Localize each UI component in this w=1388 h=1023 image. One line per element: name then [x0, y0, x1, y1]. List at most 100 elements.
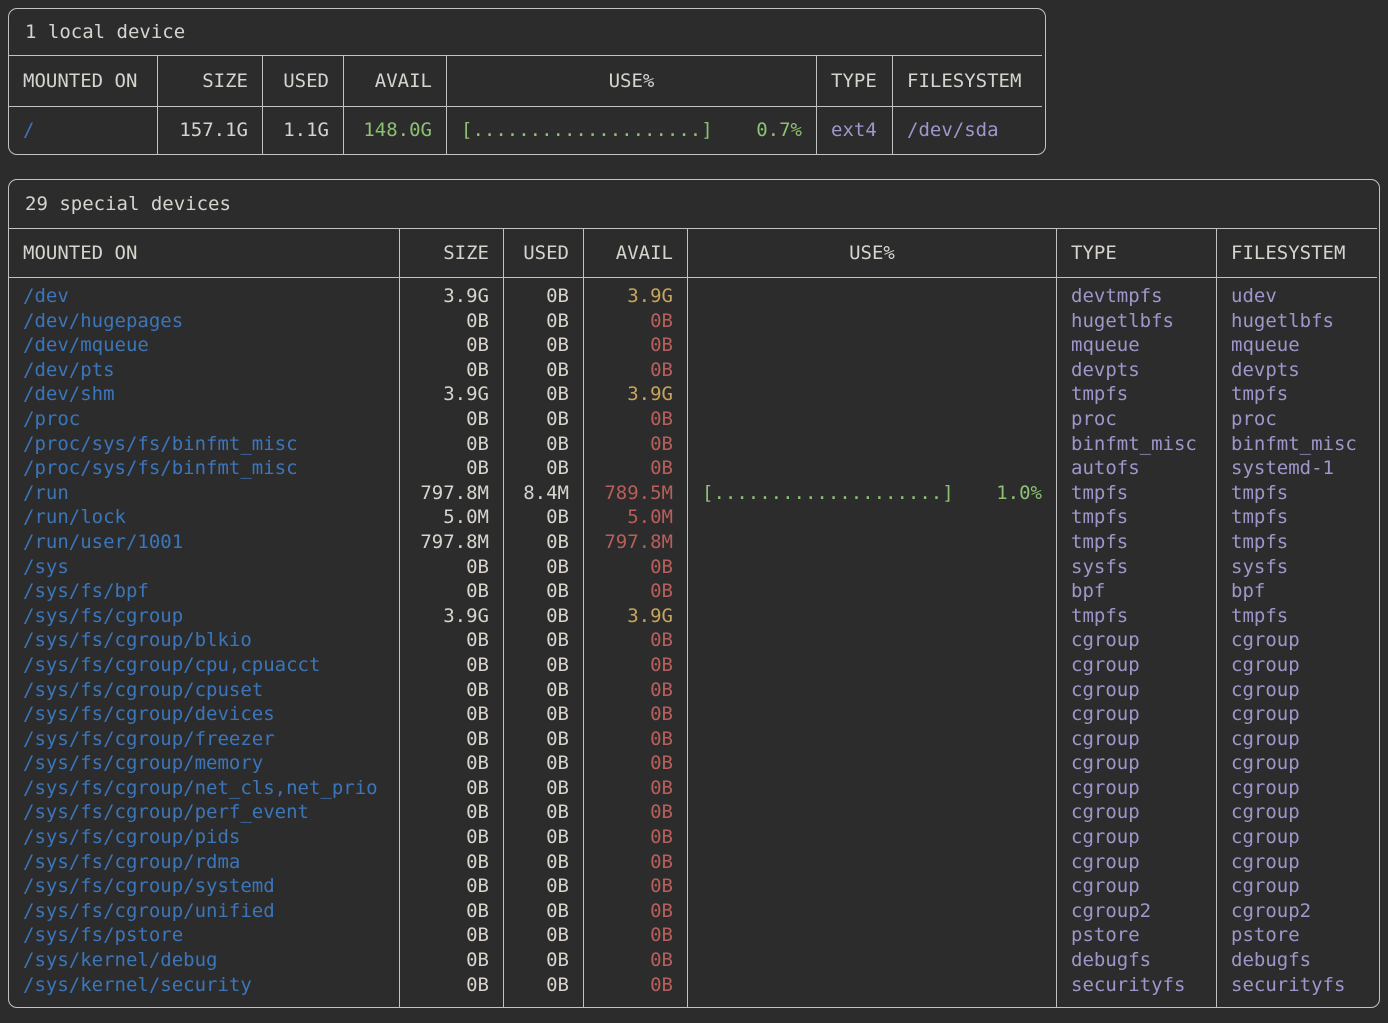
filesystem-cell: devpts	[1217, 358, 1377, 383]
used-cell: 0B	[504, 923, 583, 948]
mounted-cell: /sys/fs/cgroup/perf_event	[9, 800, 399, 825]
mounted-cell: /sys/kernel/security	[9, 973, 399, 998]
avail-cell: 148.0G	[344, 107, 446, 154]
type-cell: cgroup	[1057, 850, 1216, 875]
use-cell	[688, 702, 1056, 727]
mounted-cell: /sys/fs/cgroup/unified	[9, 899, 399, 924]
size-cell: 0B	[400, 456, 503, 481]
used-cell: 0B	[504, 456, 583, 481]
type-cell: cgroup	[1057, 825, 1216, 850]
mounted-cell: /run/user/1001	[9, 530, 399, 555]
type-cell: binfmt_misc	[1057, 432, 1216, 457]
usage-bar: [....................]	[702, 481, 954, 506]
mounted-cell: /proc	[9, 407, 399, 432]
special-table-title: 29 special devices	[9, 180, 1377, 229]
used-cell: 0B	[504, 358, 583, 383]
avail-cell: 0B	[584, 555, 687, 580]
column-filesystem: /dev/sda	[892, 107, 1042, 154]
size-cell: 0B	[400, 628, 503, 653]
mounted-cell: /dev	[9, 284, 399, 309]
type-cell: cgroup	[1057, 776, 1216, 801]
used-cell: 0B	[504, 899, 583, 924]
size-cell: 797.8M	[400, 481, 503, 506]
type-cell: proc	[1057, 407, 1216, 432]
avail-cell: 0B	[584, 923, 687, 948]
filesystem-cell: securityfs	[1217, 973, 1377, 998]
type-cell: tmpfs	[1057, 481, 1216, 506]
size-cell: 157.1G	[158, 107, 262, 154]
column-type: ext4	[816, 107, 892, 154]
filesystem-cell: udev	[1217, 284, 1377, 309]
type-cell: cgroup	[1057, 653, 1216, 678]
avail-cell: 3.9G	[584, 284, 687, 309]
size-cell: 3.9G	[400, 382, 503, 407]
filesystem-cell: tmpfs	[1217, 382, 1377, 407]
use-cell	[688, 800, 1056, 825]
local-devices-table: 1 local device MOUNTED ON SIZE USED AVAI…	[8, 8, 1046, 155]
use-cell	[688, 407, 1056, 432]
avail-cell: 0B	[584, 973, 687, 998]
filesystem-cell: mqueue	[1217, 333, 1377, 358]
avail-cell: 0B	[584, 874, 687, 899]
avail-cell: 5.0M	[584, 505, 687, 530]
use-cell	[688, 923, 1056, 948]
size-cell: 0B	[400, 776, 503, 801]
avail-cell: 0B	[584, 628, 687, 653]
usage-bar: [....................]	[461, 107, 713, 154]
mounted-cell: /dev/shm	[9, 382, 399, 407]
header-type: TYPE	[816, 56, 892, 107]
used-cell: 0B	[504, 407, 583, 432]
mounted-cell: /sys	[9, 555, 399, 580]
avail-cell: 0B	[584, 948, 687, 973]
type-cell: debugfs	[1057, 948, 1216, 973]
mounted-cell: /sys/fs/cgroup/systemd	[9, 874, 399, 899]
column-mounted-on: /	[9, 107, 157, 154]
use-cell	[688, 899, 1056, 924]
type-cell: cgroup	[1057, 727, 1216, 752]
avail-cell: 0B	[584, 432, 687, 457]
filesystem-cell: cgroup	[1217, 850, 1377, 875]
avail-cell: 0B	[584, 899, 687, 924]
used-cell: 0B	[504, 800, 583, 825]
filesystem-cell: cgroup	[1217, 751, 1377, 776]
avail-cell: 0B	[584, 309, 687, 334]
used-cell: 0B	[504, 333, 583, 358]
avail-cell: 0B	[584, 800, 687, 825]
header-filesystem: FILESYSTEM	[1216, 229, 1377, 278]
use-cell	[688, 825, 1056, 850]
avail-cell: 0B	[584, 358, 687, 383]
filesystem-cell: /dev/sda	[893, 107, 1042, 154]
size-cell: 0B	[400, 358, 503, 383]
use-cell	[688, 505, 1056, 530]
column-avail: 3.9G0B0B0B3.9G0B0B0B789.5M5.0M797.8M0B0B…	[583, 278, 687, 1007]
mounted-cell: /proc/sys/fs/binfmt_misc	[9, 432, 399, 457]
special-devices-table: 29 special devices MOUNTED ON SIZE USED …	[8, 179, 1380, 1008]
use-cell	[688, 776, 1056, 801]
filesystem-cell: cgroup	[1217, 825, 1377, 850]
mounted-cell: /sys/kernel/debug	[9, 948, 399, 973]
size-cell: 0B	[400, 800, 503, 825]
header-avail: AVAIL	[343, 56, 446, 107]
mounted-cell: /sys/fs/cgroup/net_cls,net_prio	[9, 776, 399, 801]
size-cell: 3.9G	[400, 604, 503, 629]
type-cell: cgroup	[1057, 678, 1216, 703]
mounted-cell: /sys/fs/cgroup/pids	[9, 825, 399, 850]
type-cell: tmpfs	[1057, 530, 1216, 555]
use-cell	[688, 309, 1056, 334]
column-used: 1.1G	[262, 107, 343, 154]
mounted-cell: /sys/fs/bpf	[9, 579, 399, 604]
size-cell: 0B	[400, 702, 503, 727]
avail-cell: 0B	[584, 407, 687, 432]
used-cell: 0B	[504, 505, 583, 530]
header-filesystem: FILESYSTEM	[892, 56, 1042, 107]
filesystem-cell: tmpfs	[1217, 505, 1377, 530]
type-cell: bpf	[1057, 579, 1216, 604]
use-cell	[688, 727, 1056, 752]
used-cell: 0B	[504, 776, 583, 801]
used-cell: 8.4M	[504, 481, 583, 506]
type-cell: tmpfs	[1057, 382, 1216, 407]
size-cell: 0B	[400, 948, 503, 973]
filesystem-cell: cgroup	[1217, 678, 1377, 703]
size-cell: 0B	[400, 874, 503, 899]
header-use-pct: USE%	[446, 56, 816, 107]
